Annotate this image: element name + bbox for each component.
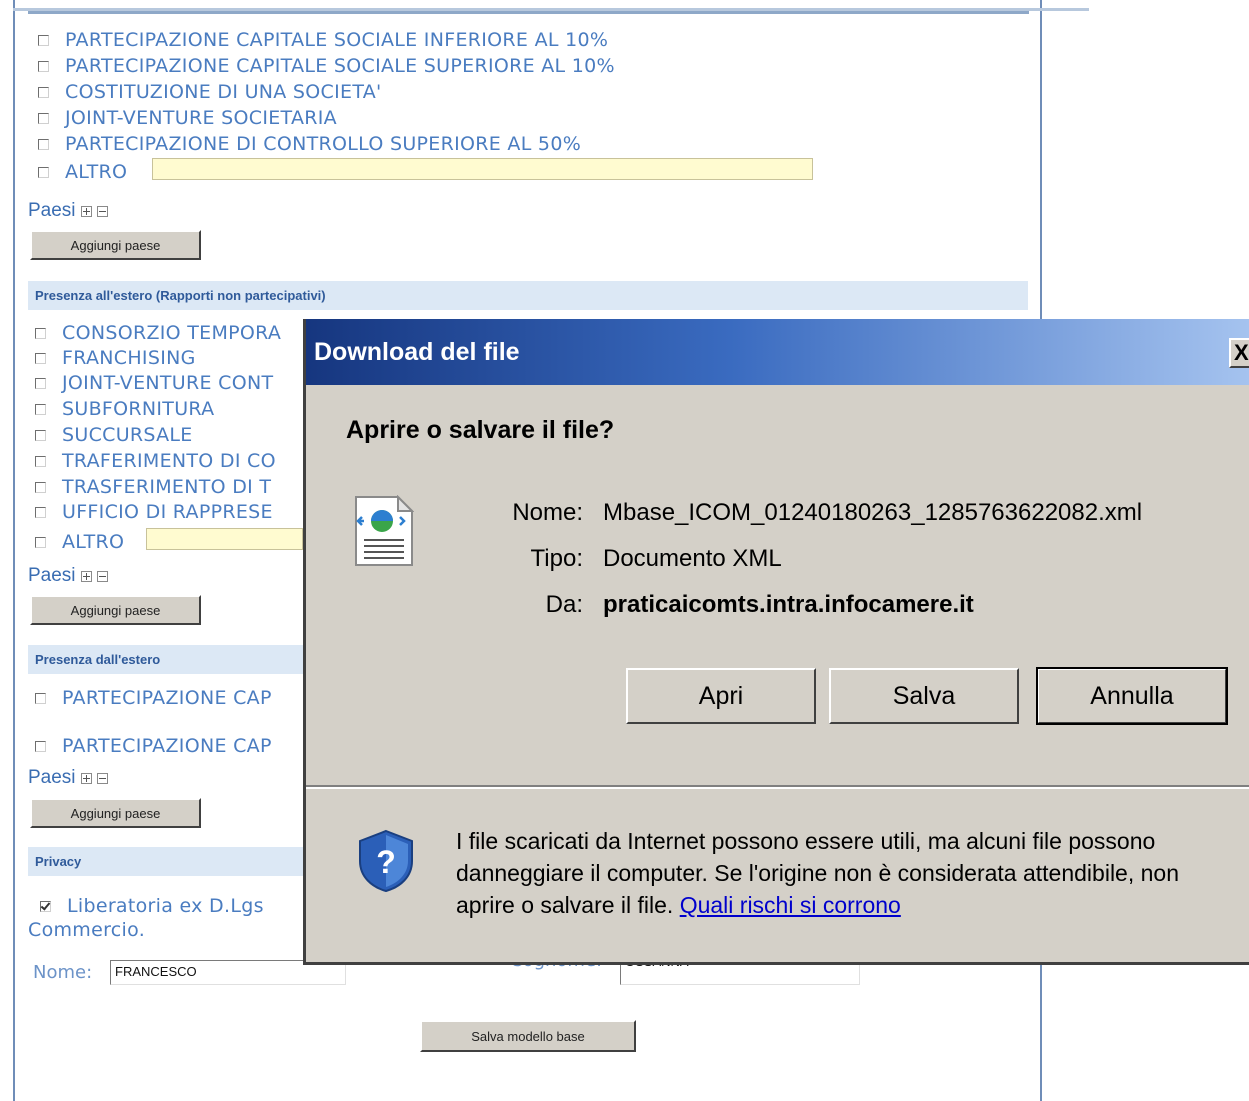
name-label: Nome: — [512, 499, 583, 526]
option-label: PARTECIPAZIONE CAPITALE SOCIALE INFERIOR… — [65, 29, 609, 51]
participation-option[interactable]: PARTECIPAZIONE DI CONTROLLO SUPERIORE AL… — [38, 131, 581, 157]
checkbox[interactable] — [38, 86, 49, 98]
collapse-icon[interactable] — [96, 570, 108, 582]
add-country-button[interactable]: Aggiungi paese — [30, 230, 201, 260]
add-country-button[interactable]: Aggiungi paese — [30, 798, 201, 828]
save-base-model-button[interactable]: Salva modello base — [420, 1020, 636, 1052]
option-row[interactable]: PARTECIPAZIONE CAP — [35, 733, 303, 759]
section-header-non-participative: Presenza all'estero (Rapporti non partec… — [28, 281, 1028, 310]
expand-icon[interactable] — [80, 205, 92, 217]
top-divider-inner — [28, 11, 1029, 14]
option-label: PARTECIPAZIONE CAPITALE SOCIALE SUPERIOR… — [65, 55, 615, 77]
cancel-button[interactable]: Annulla — [1036, 667, 1228, 725]
option-label: UFFICIO DI RAPPRESE — [62, 501, 273, 523]
option-row[interactable]: SUCCURSALE — [35, 422, 303, 448]
checkbox[interactable] — [35, 403, 46, 415]
option-row[interactable]: JOINT-VENTURE CONT — [35, 370, 303, 396]
open-button[interactable]: Apri — [626, 668, 816, 724]
file-type: Documento XML — [603, 545, 782, 572]
risks-link[interactable]: Quali rischi si corrono — [680, 892, 901, 918]
collapse-icon[interactable] — [96, 205, 108, 217]
consent-text-continued: Commercio. — [28, 919, 146, 941]
expand-icon[interactable] — [80, 772, 92, 784]
option-row[interactable]: PARTECIPAZIONE CAP — [35, 685, 303, 711]
checkbox[interactable] — [35, 352, 46, 364]
option-row[interactable]: FRANCHISING — [35, 345, 303, 371]
svg-text:?: ? — [376, 844, 396, 880]
checkbox[interactable] — [38, 166, 49, 178]
option-label: CONSORZIO TEMPORA — [62, 322, 282, 344]
add-country-button[interactable]: Aggiungi paese — [30, 595, 201, 625]
option-label: ALTRO — [65, 161, 128, 183]
checkbox[interactable] — [38, 60, 49, 72]
download-dialog: Download del file X Aprire o salvare il … — [303, 319, 1249, 965]
expand-icon[interactable] — [80, 570, 92, 582]
option-row[interactable]: UFFICIO DI RAPPRESE — [35, 499, 303, 525]
nome-label: Nome: — [33, 962, 93, 983]
save-button[interactable]: Salva — [829, 668, 1019, 724]
participation-option[interactable]: COSTITUZIONE DI UNA SOCIETA' — [38, 79, 382, 105]
checkbox[interactable] — [38, 112, 49, 124]
paesi-label: Paesi — [28, 200, 76, 221]
altro-text-input[interactable] — [152, 158, 813, 180]
participation-option[interactable]: PARTECIPAZIONE CAPITALE SOCIALE INFERIOR… — [38, 27, 608, 53]
dialog-question: Aprire o salvare il file? — [346, 416, 615, 444]
option-label: COSTITUZIONE DI UNA SOCIETA' — [65, 81, 382, 103]
option-label: ALTRO — [62, 531, 125, 553]
paesi-label: Paesi — [28, 565, 76, 586]
checkbox[interactable] — [35, 377, 46, 389]
checkbox[interactable] — [35, 692, 46, 704]
participation-option[interactable]: JOINT-VENTURE SOCIETARIA — [38, 105, 337, 131]
dialog-title: Download del file — [314, 337, 520, 366]
checkbox-checked[interactable] — [40, 900, 51, 912]
option-label: JOINT-VENTURE SOCIETARIA — [65, 107, 337, 129]
file-source: praticaicomts.intra.infocamere.it — [603, 591, 974, 618]
page-border-left — [13, 0, 15, 1101]
dialog-titlebar[interactable]: Download del file X — [306, 319, 1249, 385]
checkbox[interactable] — [38, 34, 49, 46]
option-label: FRANCHISING — [62, 347, 196, 369]
checkbox[interactable] — [38, 138, 49, 150]
option-label: PARTECIPAZIONE CAP — [62, 687, 272, 709]
paesi-heading: Paesi — [28, 565, 108, 587]
file-name: Mbase_ICOM_01240180263_1285763622082.xml — [603, 499, 1143, 526]
paesi-heading: Paesi — [28, 200, 108, 222]
checkbox[interactable] — [35, 327, 46, 339]
checkbox[interactable] — [35, 455, 46, 467]
checkbox[interactable] — [35, 740, 46, 752]
option-label: PARTECIPAZIONE CAP — [62, 735, 272, 757]
close-button[interactable]: X — [1229, 338, 1249, 368]
checkbox[interactable] — [35, 536, 46, 548]
altro-text-input[interactable] — [146, 528, 303, 550]
participation-option-altro[interactable]: ALTRO — [38, 159, 127, 185]
close-icon: X — [1234, 340, 1249, 365]
privacy-consent-row[interactable]: Liberatoria ex D.Lgs — [40, 893, 302, 919]
checkbox[interactable] — [35, 429, 46, 441]
option-label: PARTECIPAZIONE DI CONTROLLO SUPERIORE AL… — [65, 133, 582, 155]
dialog-separator — [306, 785, 1249, 789]
security-shield-icon: ? — [359, 829, 413, 893]
option-row[interactable]: TRAFERIMENTO DI CO — [35, 448, 303, 474]
collapse-icon[interactable] — [96, 772, 108, 784]
checkbox[interactable] — [35, 481, 46, 493]
option-label: TRAFERIMENTO DI CO — [62, 450, 276, 472]
option-label: SUBFORNITURA — [62, 398, 215, 420]
xml-file-icon — [355, 495, 414, 566]
type-label: Tipo: — [530, 545, 583, 572]
option-label: SUCCURSALE — [62, 424, 193, 446]
paesi-label: Paesi — [28, 767, 76, 788]
checkbox[interactable] — [35, 506, 46, 518]
participation-option[interactable]: PARTECIPAZIONE CAPITALE SOCIALE SUPERIOR… — [38, 53, 615, 79]
from-label: Da: — [545, 591, 583, 618]
option-row[interactable]: SUBFORNITURA — [35, 396, 303, 422]
option-row[interactable]: TRASFERIMENTO DI T — [35, 474, 303, 500]
consent-text: Liberatoria ex D.Lgs — [67, 895, 264, 917]
security-warning: I file scaricati da Internet possono ess… — [456, 825, 1236, 921]
option-label: JOINT-VENTURE CONT — [62, 372, 274, 394]
option-row[interactable]: CONSORZIO TEMPORA — [35, 320, 303, 346]
paesi-heading: Paesi — [28, 767, 108, 789]
option-row-altro[interactable]: ALTRO — [35, 529, 124, 555]
option-label: TRASFERIMENTO DI T — [62, 476, 272, 498]
